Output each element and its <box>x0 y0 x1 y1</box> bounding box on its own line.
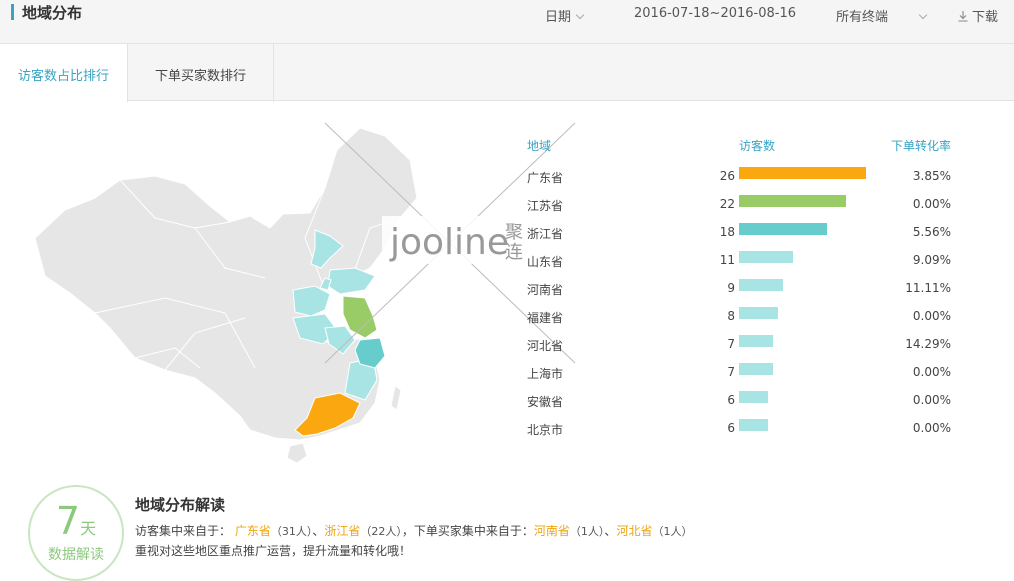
data-insight-badge: 7天 数据解读 <box>28 485 124 581</box>
row-visitor-bar <box>739 419 768 431</box>
row-visitor-count: 9 <box>727 281 735 295</box>
row-visitor-bar <box>739 391 768 403</box>
row-visitor-count: 6 <box>727 393 735 407</box>
table-row: 北京市 6 0.00% <box>0 419 1014 449</box>
top-visitor-region-2: 浙江省 <box>324 524 361 538</box>
download-label: 下载 <box>972 10 999 25</box>
top-visitor-count-1: （31人） <box>270 525 313 538</box>
tab-bar: 访客数占比排行 下单买家数排行 <box>0 44 1014 102</box>
row-visitor-count: 26 <box>719 169 735 183</box>
insight-mid: ，下单买家集中来自于： <box>401 524 534 538</box>
page-header: 地域分布 日期 2016-07-18~2016-08-16 所有终端 下载 <box>0 0 1014 44</box>
top-buyer-region-2: 河北省 <box>616 524 653 538</box>
row-visitor-count: 11 <box>719 253 735 267</box>
row-conversion-rate: 11.11% <box>905 281 951 295</box>
row-visitor-count: 22 <box>719 197 735 211</box>
terminal-dropdown[interactable]: 所有终端 <box>836 6 928 25</box>
table-row: 江苏省 22 0.00% <box>0 195 1014 225</box>
badge-number: 7天 <box>55 499 97 543</box>
table-row: 山东省 11 9.09% <box>0 251 1014 281</box>
insight-line2: 重视对这些地区重点推广运营，提升流量和转化哦！ <box>135 544 412 558</box>
download-button[interactable]: 下载 <box>957 6 998 25</box>
row-province: 河北省 <box>527 339 564 353</box>
row-province: 广东省 <box>527 171 564 185</box>
row-visitor-count: 18 <box>719 225 735 239</box>
table-row: 广东省 26 3.85% <box>0 167 1014 197</box>
table-row: 上海市 7 0.00% <box>0 363 1014 393</box>
row-province: 江苏省 <box>527 199 564 213</box>
row-visitor-count: 6 <box>727 421 735 435</box>
row-visitor-count: 7 <box>727 365 735 379</box>
download-icon <box>958 11 968 22</box>
chevron-down-icon <box>575 10 585 20</box>
badge-unit: 天 <box>80 519 97 538</box>
top-visitor-region-1: 广东省 <box>234 524 271 538</box>
insight-title: 地域分布解读 <box>135 496 226 514</box>
row-conversion-rate: 5.56% <box>912 225 951 239</box>
date-range-display[interactable]: 2016-07-18~2016-08-16 <box>634 6 796 21</box>
insight-prefix: 访客集中来自于： <box>135 524 232 538</box>
badge-text: 数据解读 <box>48 547 104 563</box>
terminal-label: 所有终端 <box>836 10 889 25</box>
table-row: 河北省 7 14.29% <box>0 335 1014 365</box>
row-conversion-rate: 0.00% <box>912 421 951 435</box>
row-conversion-rate: 0.00% <box>912 197 951 211</box>
row-province: 安徽省 <box>527 395 564 409</box>
tab-buyer-ranking[interactable]: 下单买家数排行 <box>128 44 274 102</box>
row-visitor-bar <box>739 195 846 207</box>
row-province: 北京市 <box>527 423 564 437</box>
row-visitor-bar <box>739 223 827 235</box>
row-conversion-rate: 0.00% <box>912 393 951 407</box>
row-province: 河南省 <box>527 283 564 297</box>
top-buyer-count-2: （1人） <box>652 525 693 538</box>
row-province: 福建省 <box>527 311 564 325</box>
table-row: 福建省 8 0.00% <box>0 307 1014 337</box>
row-visitor-count: 7 <box>727 337 735 351</box>
row-conversion-rate: 3.85% <box>912 169 951 183</box>
row-conversion-rate: 0.00% <box>912 309 951 323</box>
row-province: 上海市 <box>527 367 564 381</box>
row-visitor-bar <box>739 363 773 375</box>
row-visitor-bar <box>739 307 778 319</box>
separator: 、 <box>604 524 617 538</box>
row-visitor-bar <box>739 279 783 291</box>
row-conversion-rate: 0.00% <box>912 365 951 379</box>
table-row: 河南省 9 11.11% <box>0 279 1014 309</box>
row-visitor-bar <box>739 251 793 263</box>
chevron-down-icon <box>918 10 928 20</box>
table-row: 浙江省 18 5.56% <box>0 223 1014 253</box>
insight-line1: 访客集中来自于： 广东省（31人）、浙江省（22人），下单买家集中来自于：河南省… <box>135 522 692 539</box>
page-title: 地域分布 <box>22 4 83 22</box>
title-accent-bar <box>11 4 14 20</box>
row-province: 山东省 <box>527 255 564 269</box>
row-visitor-bar <box>739 335 773 347</box>
row-visitor-bar <box>739 167 866 179</box>
top-buyer-region-1: 河南省 <box>533 524 570 538</box>
top-buyer-count-1: （1人） <box>569 525 605 538</box>
col-visitors-header: 访客数 <box>739 139 776 153</box>
row-province: 浙江省 <box>527 227 564 241</box>
tab-visitor-ranking[interactable]: 访客数占比排行 <box>0 44 128 102</box>
row-conversion-rate: 14.29% <box>905 337 951 351</box>
col-conversion-header: 下单转化率 <box>890 139 951 153</box>
date-label: 日期 <box>545 10 572 25</box>
table-row: 安徽省 6 0.00% <box>0 391 1014 421</box>
top-visitor-count-2: （22人） <box>360 525 402 538</box>
row-conversion-rate: 9.09% <box>912 253 951 267</box>
date-dropdown[interactable]: 日期 <box>545 6 585 25</box>
separator: 、 <box>312 524 325 538</box>
row-visitor-count: 8 <box>727 309 735 323</box>
col-region-header: 地域 <box>527 139 552 153</box>
